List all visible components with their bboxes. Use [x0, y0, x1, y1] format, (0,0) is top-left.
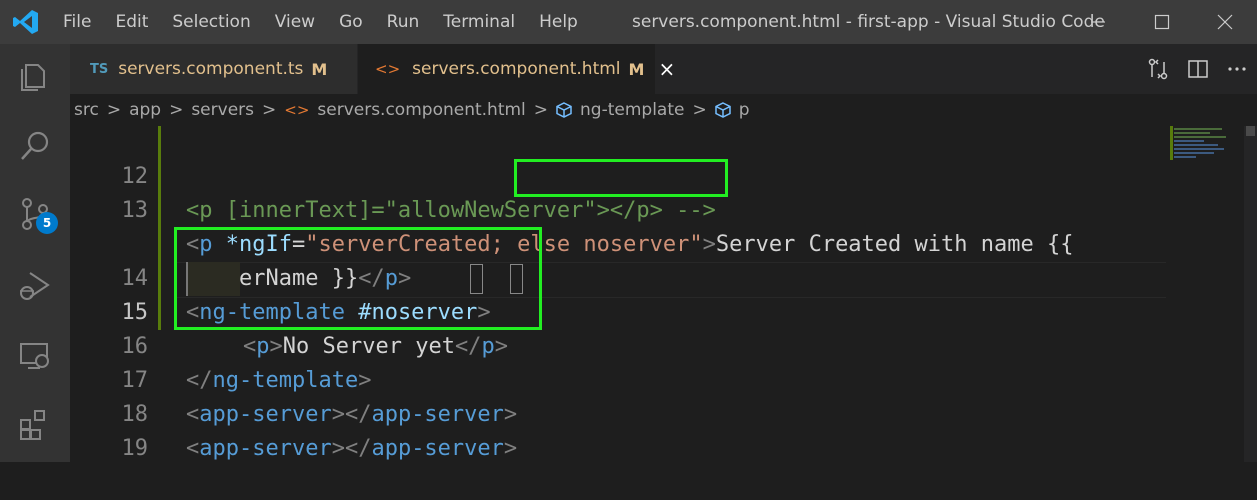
- menu-view[interactable]: View: [275, 12, 315, 32]
- breadcrumb-p[interactable]: p: [739, 100, 750, 120]
- html-file-icon: <>: [284, 101, 310, 119]
- code-line-17: 17 <app-server></app-server>: [70, 330, 518, 427]
- menu-selection[interactable]: Selection: [172, 12, 250, 32]
- code-text: <p [innerText]="allowNewServer"></p> -->: [186, 198, 716, 223]
- html-file-icon: <>: [375, 60, 401, 78]
- more-actions-icon[interactable]: [1226, 58, 1248, 80]
- open-changes-icon[interactable]: [1146, 57, 1170, 81]
- breadcrumb: src > app > servers > <> servers.compone…: [70, 94, 1257, 126]
- code-line-15: 15 <p>No Server yet</p>: [70, 262, 508, 359]
- tab-servers-component-html[interactable]: <> servers.component.html M ×: [358, 44, 675, 94]
- minimize-button[interactable]: [1066, 0, 1130, 44]
- minimap-line: [1174, 144, 1218, 146]
- minimap-line: [1174, 128, 1222, 130]
- menu-run[interactable]: Run: [387, 12, 420, 32]
- close-window-button[interactable]: [1193, 0, 1257, 44]
- tab-close-icon[interactable]: ×: [658, 57, 675, 81]
- code-line-16: 16 </ng-template>: [70, 296, 372, 393]
- modified-indicator: M: [311, 59, 328, 79]
- chevron-right-icon: >: [106, 100, 122, 120]
- run-debug-icon: [20, 272, 50, 300]
- activity-bar: 5: [0, 44, 70, 462]
- typescript-file-icon: TS: [90, 61, 109, 77]
- minimap-line: [1174, 152, 1214, 154]
- close-icon: [1217, 14, 1233, 30]
- breadcrumb-file[interactable]: servers.component.html: [317, 100, 525, 120]
- menu-bar: File Edit Selection View Go Run Terminal…: [63, 0, 602, 44]
- modified-indicator: M: [628, 59, 645, 79]
- menu-file[interactable]: File: [63, 12, 91, 32]
- explorer-icon: [21, 64, 45, 91]
- code-text: <p>No Server yet</p>: [243, 334, 508, 359]
- minimize-icon: [1091, 21, 1105, 23]
- maximize-button[interactable]: [1130, 0, 1194, 44]
- tab-label: servers.component.html: [412, 59, 621, 79]
- minimap-line: [1174, 132, 1210, 134]
- window-title: servers.component.html - first-app - Vis…: [632, 12, 1105, 32]
- element-cube-icon: [556, 102, 572, 118]
- explorer-button[interactable]: [0, 46, 70, 106]
- code-text: <app-server></app-server>: [186, 402, 518, 427]
- element-cube-icon: [714, 102, 731, 118]
- code-editor[interactable]: 12 <p [innerText]="allowNewServer"></p> …: [70, 126, 1170, 462]
- code-line-18: 18 <app-server></app-server>: [70, 364, 518, 461]
- chevron-right-icon: >: [533, 100, 549, 120]
- menu-go[interactable]: Go: [339, 12, 363, 32]
- annotation-box-else: [514, 159, 728, 197]
- code-line-13: 13 <p *ngIf="serverCreated; else noserve…: [70, 160, 1074, 257]
- tab-servers-component-ts[interactable]: TS servers.component.ts M: [70, 44, 357, 94]
- breadcrumb-src[interactable]: src: [74, 100, 99, 120]
- source-control-button[interactable]: 5: [0, 184, 70, 244]
- code-text: </ng-template>: [186, 368, 372, 393]
- code-line-19: 19: [70, 398, 149, 461]
- breadcrumb-app[interactable]: app: [129, 100, 161, 120]
- editor-actions: [1137, 44, 1257, 94]
- extensions-button[interactable]: [0, 394, 70, 454]
- menu-edit[interactable]: Edit: [115, 12, 148, 32]
- minimap-line: [1174, 148, 1224, 150]
- title-bar: File Edit Selection View Go Run Terminal…: [0, 0, 1257, 44]
- tab-bar: TS servers.component.ts M <> servers.com…: [70, 44, 1257, 94]
- search-button[interactable]: [0, 116, 70, 176]
- vertical-scrollbar[interactable]: [1244, 126, 1257, 462]
- code-text: <app-server></app-server>: [186, 436, 518, 461]
- remote-explorer-button[interactable]: [0, 326, 70, 386]
- split-editor-icon[interactable]: [1187, 58, 1209, 80]
- menu-terminal[interactable]: Terminal: [443, 12, 515, 32]
- run-debug-button[interactable]: [0, 256, 70, 316]
- scrollbar-thumb[interactable]: [1246, 126, 1255, 136]
- code-line-14: 14 <ng-template #noserver>: [70, 228, 491, 325]
- minimap-gutter-marker: [1170, 126, 1173, 160]
- chevron-right-icon: >: [169, 100, 184, 120]
- extensions-icon: [20, 410, 45, 440]
- chevron-right-icon: >: [692, 100, 707, 120]
- minimap-line: [1174, 156, 1196, 158]
- line-number: 19: [121, 436, 149, 461]
- minimap-line: [1174, 140, 1204, 142]
- tab-label: servers.component.ts: [118, 59, 304, 79]
- chevron-right-icon: >: [262, 100, 277, 120]
- maximize-icon: [1154, 14, 1170, 30]
- vscode-logo-icon: [13, 10, 38, 34]
- modified-gutter-marker: [158, 126, 161, 330]
- source-control-badge: 5: [36, 212, 58, 234]
- minimap-line: [1174, 136, 1226, 138]
- code-line-12: 12 <p [innerText]="allowNewServer"></p> …: [70, 126, 716, 223]
- breadcrumb-servers[interactable]: servers: [191, 100, 254, 120]
- menu-help[interactable]: Help: [539, 12, 578, 32]
- breadcrumb-ng-template[interactable]: ng-template: [580, 100, 684, 120]
- search-icon: [21, 131, 49, 160]
- annotation-box-ng-template: [174, 227, 542, 330]
- remote-explorer-icon: [20, 343, 49, 369]
- code-line-13-wrap: serverName }}</p>: [70, 194, 411, 291]
